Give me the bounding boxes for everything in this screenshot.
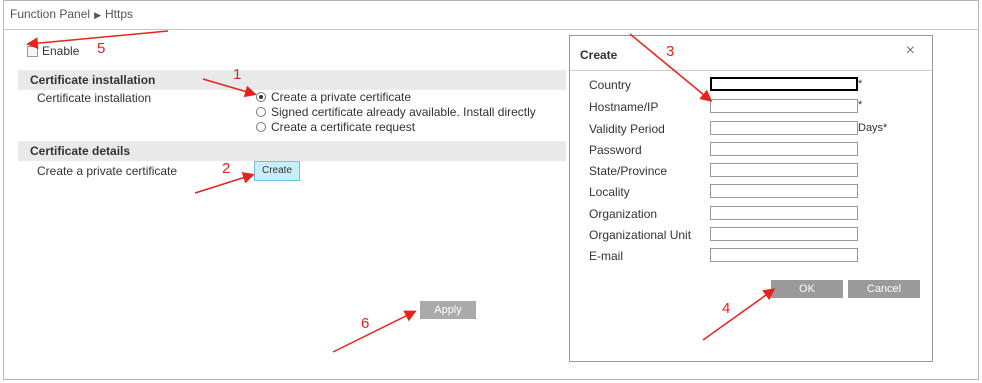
create-private-certificate-label: Create a private certificate <box>37 164 178 178</box>
radio-label: Signed certificate already available. In… <box>271 105 536 119</box>
validity-days-suffix: Days* <box>858 122 888 134</box>
certificate-details-header: Certificate details <box>18 141 566 161</box>
breadcrumb-root[interactable]: Function Panel <box>10 7 90 21</box>
country-required-mark: * <box>858 78 863 90</box>
create-button[interactable]: Create <box>254 161 300 181</box>
annotation-number-2: 2 <box>222 160 231 177</box>
radio-icon[interactable] <box>256 107 266 117</box>
email-label: E-mail <box>589 249 624 263</box>
annotation-number-1: 1 <box>233 66 242 83</box>
radio-create-private[interactable]: Create a private certificate <box>256 90 411 104</box>
radio-label: Create a private certificate <box>271 90 412 104</box>
password-field[interactable] <box>710 142 858 156</box>
annotation-number-3: 3 <box>666 43 675 60</box>
state-province-label: State/Province <box>589 164 668 178</box>
enable-label: Enable <box>42 44 80 58</box>
annotation-number-5: 5 <box>97 40 106 57</box>
create-dialog: Create × Country * Hostname/IP * Validit… <box>569 35 933 362</box>
validity-period-field[interactable] <box>710 121 858 135</box>
dialog-title: Create <box>580 48 618 62</box>
email-field[interactable] <box>710 248 858 262</box>
enable-checkbox[interactable] <box>27 45 38 57</box>
radio-certificate-request[interactable]: Create a certificate request <box>256 120 415 134</box>
certificate-installation-label: Certificate installation <box>37 91 152 105</box>
country-field[interactable] <box>710 77 858 91</box>
locality-label: Locality <box>589 185 630 199</box>
radio-signed-available[interactable]: Signed certificate already available. In… <box>256 105 536 119</box>
hostname-required-mark: * <box>858 99 863 111</box>
organizational-unit-label: Organizational Unit <box>589 228 692 242</box>
locality-field[interactable] <box>710 184 858 198</box>
enable-toggle[interactable]: Enable <box>27 44 79 58</box>
validity-period-label: Validity Period <box>589 122 665 136</box>
cancel-button[interactable]: Cancel <box>848 280 920 298</box>
annotation-number-4: 4 <box>722 300 731 317</box>
password-label: Password <box>589 143 642 157</box>
close-icon[interactable]: × <box>906 42 915 60</box>
radio-icon[interactable] <box>256 122 266 132</box>
annotation-number-6: 6 <box>361 315 370 332</box>
organization-field[interactable] <box>710 206 858 220</box>
hostname-field[interactable] <box>710 99 858 113</box>
country-label: Country <box>589 78 632 92</box>
radio-selected-icon[interactable] <box>256 92 266 102</box>
ok-button[interactable]: OK <box>771 280 843 298</box>
hostname-label: Hostname/IP <box>589 100 659 114</box>
breadcrumb-separator: ▶ <box>94 10 101 20</box>
dialog-divider <box>570 70 932 71</box>
organizational-unit-field[interactable] <box>710 227 858 241</box>
organization-label: Organization <box>589 207 658 221</box>
apply-button[interactable]: Apply <box>420 301 476 319</box>
header-divider <box>3 29 979 30</box>
breadcrumb: Function Panel ▶ Https <box>10 7 133 21</box>
breadcrumb-current: Https <box>104 7 133 21</box>
certificate-installation-header: Certificate installation <box>18 70 566 90</box>
radio-label: Create a certificate request <box>271 120 416 134</box>
state-province-field[interactable] <box>710 163 858 177</box>
